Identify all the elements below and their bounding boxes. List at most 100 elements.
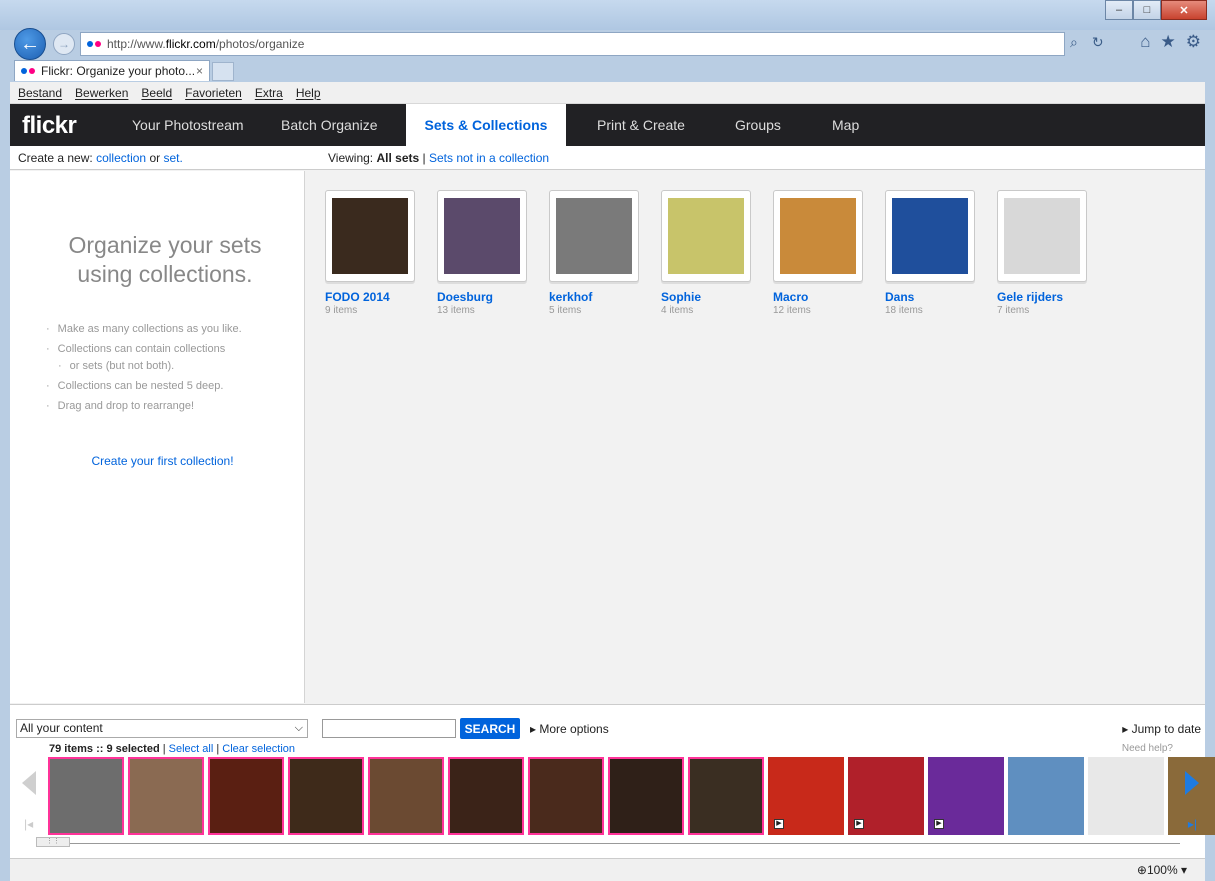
scrollbar-thumb[interactable]: ⋮⋮ xyxy=(36,837,70,847)
content-filter-select[interactable]: All your content ⌵ xyxy=(16,719,308,738)
last-page-icon[interactable]: ▸| xyxy=(1188,817,1197,831)
set-thumbnail-frame[interactable] xyxy=(773,190,863,282)
viewing-filter: Viewing: All sets | Sets not in a collec… xyxy=(328,151,549,165)
photo-thumbnail[interactable] xyxy=(448,757,524,835)
search-input[interactable] xyxy=(322,719,456,738)
more-options[interactable]: ▸ More options xyxy=(530,722,609,736)
need-help-link[interactable]: Need help? xyxy=(1122,743,1173,754)
menu-beeld[interactable]: Beeld xyxy=(141,86,172,100)
scroll-left-arrow-icon[interactable] xyxy=(22,771,36,795)
gear-icon[interactable]: ⚙ xyxy=(1186,32,1201,52)
forward-button[interactable]: → xyxy=(53,33,75,55)
set-thumbnail-frame[interactable] xyxy=(885,190,975,282)
search-icon[interactable]: ⌕ xyxy=(1070,34,1078,51)
set-name[interactable]: Dans xyxy=(885,290,975,304)
set-name[interactable]: Gele rijders xyxy=(997,290,1087,304)
set-name[interactable]: Macro xyxy=(773,290,863,304)
select-all-link[interactable]: Select all xyxy=(169,743,214,755)
set-item[interactable]: Gele rijders 7 items xyxy=(997,190,1087,316)
menu-favorieten[interactable]: Favorieten xyxy=(185,86,242,100)
create-collection-link[interactable]: collection xyxy=(96,151,146,165)
set-item[interactable]: Dans 18 items xyxy=(885,190,975,316)
search-button[interactable]: SEARCH xyxy=(460,718,520,739)
create-first-collection-link[interactable]: Create your first collection! xyxy=(10,454,315,468)
nav-groups[interactable]: Groups xyxy=(735,104,781,146)
set-thumbnail-frame[interactable] xyxy=(549,190,639,282)
close-window-button[interactable]: ✕ xyxy=(1161,0,1207,20)
flickr-page: flickr Your Photostream Batch Organize S… xyxy=(10,104,1215,858)
menu-help[interactable]: Help xyxy=(296,86,321,100)
browser-tab[interactable]: Flickr: Organize your photo... × xyxy=(14,60,210,81)
back-arrow-icon: ← xyxy=(20,32,40,55)
photo-thumbnail[interactable] xyxy=(1008,757,1084,835)
nav-batch-organize[interactable]: Batch Organize xyxy=(281,104,378,146)
favorites-star-icon[interactable]: ★ xyxy=(1161,32,1176,52)
tip-item: Collections can be nested 5 deep. xyxy=(46,376,242,396)
strip-scrollbar[interactable] xyxy=(40,843,1180,847)
set-item[interactable]: kerkhof 5 items xyxy=(549,190,639,316)
photo-thumbnail[interactable] xyxy=(288,757,364,835)
set-thumbnail xyxy=(668,198,744,274)
set-name[interactable]: Doesburg xyxy=(437,290,527,304)
first-page-icon[interactable]: |◂ xyxy=(24,817,33,831)
menu-bewerken[interactable]: Bewerken xyxy=(75,86,128,100)
photo-thumbnail[interactable] xyxy=(128,757,204,835)
nav-your-photostream[interactable]: Your Photostream xyxy=(132,104,244,146)
set-thumbnail-frame[interactable] xyxy=(997,190,1087,282)
photo-thumbnail[interactable] xyxy=(368,757,444,835)
tip-item: Make as many collections as you like. xyxy=(46,319,242,339)
url-prefix: http://www. xyxy=(107,37,166,51)
photo-thumbnail[interactable] xyxy=(688,757,764,835)
clear-selection-link[interactable]: Clear selection xyxy=(222,743,295,755)
photo-thumbnail[interactable] xyxy=(1088,757,1164,835)
photo-thumbnail[interactable] xyxy=(608,757,684,835)
set-thumbnail-frame[interactable] xyxy=(661,190,751,282)
photo-thumbnail[interactable]: ▶ xyxy=(928,757,1004,835)
set-thumbnail-frame[interactable] xyxy=(325,190,415,282)
flickr-logo[interactable]: flickr xyxy=(22,112,77,140)
set-thumbnail xyxy=(444,198,520,274)
nav-print-create[interactable]: Print & Create xyxy=(597,104,685,146)
photo-thumbnail[interactable]: ▶ xyxy=(848,757,924,835)
window-controls: – □ ✕ xyxy=(1105,0,1207,20)
jump-to-date[interactable]: ▸ Jump to date xyxy=(1122,722,1201,736)
video-play-icon: ▶ xyxy=(854,819,864,829)
set-name[interactable]: Sophie xyxy=(661,290,751,304)
menu-bar: Bestand Bewerken Beeld Favorieten Extra … xyxy=(10,82,1205,104)
photo-thumbnail[interactable] xyxy=(528,757,604,835)
menu-bestand[interactable]: Bestand xyxy=(18,86,62,100)
set-item[interactable]: Macro 12 items xyxy=(773,190,863,316)
maximize-button[interactable]: □ xyxy=(1133,0,1161,20)
set-name[interactable]: kerkhof xyxy=(549,290,639,304)
minimize-button[interactable]: – xyxy=(1105,0,1133,20)
create-first-collection-text[interactable]: Create your first collection! xyxy=(91,454,233,468)
url-field[interactable]: http://www. flickr.com/photos/organize xyxy=(80,32,1065,56)
create-set-link[interactable]: set. xyxy=(163,151,182,165)
set-item[interactable]: Doesburg 13 items xyxy=(437,190,527,316)
organizer-bar: All your content ⌵ SEARCH ▸ More options … xyxy=(10,704,1215,858)
refresh-icon[interactable]: ↻ xyxy=(1092,34,1104,51)
new-tab-button[interactable] xyxy=(212,62,234,81)
set-name[interactable]: FODO 2014 xyxy=(325,290,415,304)
nav-sets-collections[interactable]: Sets & Collections xyxy=(406,104,566,146)
back-button[interactable]: ← xyxy=(14,28,46,60)
zoom-control[interactable]: ⊕100% ▾ xyxy=(1137,863,1187,877)
scroll-right-arrow-icon[interactable] xyxy=(1185,771,1199,795)
set-thumbnail-frame[interactable] xyxy=(437,190,527,282)
photo-thumbnail[interactable] xyxy=(48,757,124,835)
browser-icons: ⌂ ★ ⚙ xyxy=(1140,32,1201,52)
set-thumbnail xyxy=(892,198,968,274)
menu-extra[interactable]: Extra xyxy=(255,86,283,100)
set-count: 9 items xyxy=(325,305,358,316)
photo-thumbnail[interactable] xyxy=(208,757,284,835)
sets-not-in-collection-link[interactable]: Sets not in a collection xyxy=(429,151,549,165)
triangle-right-icon: ▸ xyxy=(530,722,540,736)
status-bar: ⊕100% ▾ xyxy=(10,858,1205,881)
tab-close-icon[interactable]: × xyxy=(196,64,203,78)
set-item[interactable]: Sophie 4 items xyxy=(661,190,751,316)
photo-thumbnail[interactable]: ▶ xyxy=(768,757,844,835)
collections-tips: Make as many collections as you like. Co… xyxy=(46,319,242,416)
set-item[interactable]: FODO 2014 9 items xyxy=(325,190,415,316)
home-icon[interactable]: ⌂ xyxy=(1140,32,1150,52)
nav-map[interactable]: Map xyxy=(832,104,859,146)
